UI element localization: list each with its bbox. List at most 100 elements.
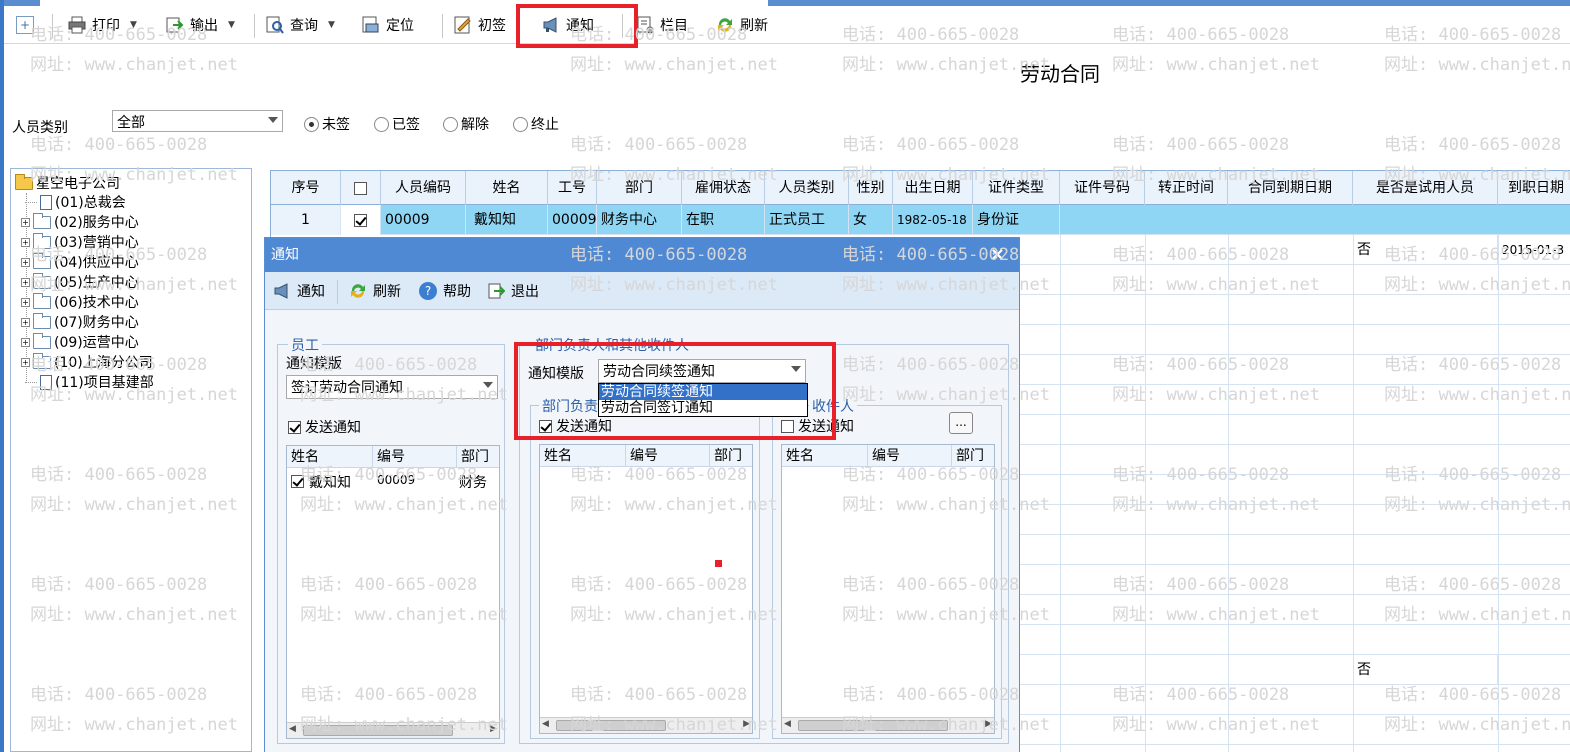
col-header-select-all[interactable] [341,171,381,205]
scrollbar-thumb[interactable] [798,720,948,731]
expand-icon[interactable]: + [21,217,30,227]
employee-template-select[interactable]: 签订劳动合同通知 [286,375,498,399]
select-all-checkbox[interactable] [354,181,367,195]
list-item[interactable]: 戴知知 00009 财务 [289,470,499,492]
other-send-toggle[interactable]: 发送通知 [781,416,854,436]
col-header[interactable]: 是否是试用人员 [1353,171,1498,205]
help-icon: ? [419,282,437,300]
list-col-header[interactable]: 姓名 [540,445,626,467]
dept-head-send-checkbox[interactable] [539,419,552,433]
col-header[interactable]: 姓名 [466,171,548,205]
list-item-checkbox[interactable] [291,475,304,488]
list-col-header[interactable]: 姓名 [287,446,373,468]
col-header[interactable]: 到职日期 [1498,171,1570,205]
col-header[interactable]: 人员类别 [765,171,849,205]
employee-send-toggle[interactable]: 发送通知 [288,417,361,437]
dept-head-send-toggle[interactable]: 发送通知 [539,416,612,436]
notify-button[interactable]: 通知 [538,10,598,40]
expand-button[interactable]: + [12,10,38,40]
employee-template-label: 通知模版 [286,356,342,372]
initial-sign-button[interactable]: 初签 [450,10,510,40]
expand-icon[interactable]: + [21,237,30,247]
print-button[interactable]: 打印 ▼ [64,10,141,40]
list-col-header[interactable]: 编号 [373,446,457,468]
export-button[interactable]: 输出 ▼ [162,10,239,40]
tree-item-06[interactable]: + (06)技术中心 [21,292,139,312]
col-header[interactable]: 转正时间 [1145,171,1228,205]
status-radio-ended[interactable]: 终止 [513,114,559,134]
status-radio-signed[interactable]: 已签 [374,114,420,134]
tree-item-05[interactable]: + (05)生产中心 [21,272,139,292]
more-recipients-button[interactable]: ... [949,412,973,434]
other-recipients-list-scrollbar[interactable]: ◀ ▶ [782,717,994,733]
dialog-notify-button[interactable]: 通知 [269,276,329,306]
dialog-refresh-button[interactable]: 刷新 [345,276,405,306]
watermark-site: 网址: www.chanjet.net [842,55,1050,75]
chevron-down-icon[interactable]: ▼ [130,20,137,30]
close-icon[interactable]: × [990,238,1005,272]
expand-icon[interactable]: + [21,317,30,327]
list-col-header[interactable]: 编号 [868,445,952,467]
col-header[interactable]: 出生日期 [893,171,973,205]
col-header[interactable]: 工号 [548,171,597,205]
radio-label: 已签 [392,117,420,133]
template-option-sign[interactable]: 劳动合同签订通知 [599,400,807,416]
expand-icon[interactable]: + [21,337,30,347]
template-option-renew[interactable]: 劳动合同续签通知 [599,384,807,400]
col-header[interactable]: 部门 [597,171,682,205]
tree-item-04[interactable]: + (04)供应中心 [21,252,139,272]
tree-item-11[interactable]: (11)项目基建部 [25,372,154,392]
status-radio-terminated[interactable]: 解除 [443,114,489,134]
col-header[interactable]: 合同到期日期 [1228,171,1353,205]
list-col-header[interactable]: 部门 [952,445,996,467]
tree-item-10[interactable]: + (10)上海分公司 [21,352,153,372]
status-radio-unsigned[interactable]: 未签 [304,114,350,134]
radio-circle[interactable] [374,116,389,132]
expand-icon[interactable]: + [21,297,30,307]
refresh-button[interactable]: 刷新 [712,10,772,40]
columns-button[interactable]: 栏目 [632,10,692,40]
list-col-header[interactable]: 部门 [710,445,754,467]
row-checkbox[interactable] [354,213,367,227]
employee-send-checkbox[interactable] [288,420,301,434]
col-header[interactable]: 证件号码 [1060,171,1145,205]
other-recipients-list: 姓名 编号 部门 ◀ ▶ [781,444,995,734]
table-row[interactable]: 1 00009 戴知知 00009 财务中心 在职 正式员工 女 1982-05… [271,205,1570,235]
employee-send-label: 发送通知 [305,420,361,436]
query-button[interactable]: 查询 ▼ [262,10,339,40]
tree-root[interactable]: 星空电子公司 [15,173,120,193]
dialog-help-button[interactable]: ? 帮助 [415,276,475,306]
col-header[interactable]: 人员编码 [381,171,466,205]
radio-circle[interactable] [513,116,528,132]
col-header[interactable]: 性别 [849,171,893,205]
locate-button[interactable]: 定位 [358,10,418,40]
dept-head-list-scrollbar[interactable]: ◀ ▶ [540,717,752,733]
radio-circle[interactable] [304,116,319,132]
employee-list-scrollbar[interactable]: ◀ ▶ [287,722,499,738]
list-col-header[interactable]: 姓名 [782,445,868,467]
scrollbar-thumb[interactable] [303,725,453,736]
list-col-header[interactable]: 部门 [457,446,501,468]
col-header[interactable]: 雇佣状态 [682,171,765,205]
tree-item-02[interactable]: + (02)服务中心 [21,212,139,232]
tree-item-01[interactable]: (01)总裁会 [25,192,126,212]
chevron-down-icon[interactable]: ▼ [228,20,235,30]
chevron-down-icon[interactable]: ▼ [328,20,335,30]
other-send-checkbox[interactable] [781,419,794,433]
col-header[interactable]: 证件类型 [973,171,1060,205]
radio-circle[interactable] [443,116,458,132]
tree-item-09[interactable]: + (09)运营中心 [21,332,139,352]
list-col-header[interactable]: 编号 [626,445,710,467]
person-type-select[interactable]: 全部 [112,110,283,132]
recipients-template-select[interactable]: 劳动合同续签通知 [598,359,806,383]
dialog-exit-button[interactable]: 退出 [483,276,543,306]
row-checkbox-cell[interactable] [341,205,381,235]
col-header[interactable]: 序号 [271,171,341,205]
expand-icon[interactable]: + [21,257,30,267]
expand-icon[interactable]: + [21,357,30,367]
expand-icon[interactable]: + [21,277,30,287]
tree-item-07[interactable]: + (07)财务中心 [21,312,139,332]
dialog-titlebar[interactable]: 通知 × [265,238,1019,272]
scrollbar-thumb[interactable] [556,720,666,731]
tree-item-03[interactable]: + (03)营销中心 [21,232,139,252]
